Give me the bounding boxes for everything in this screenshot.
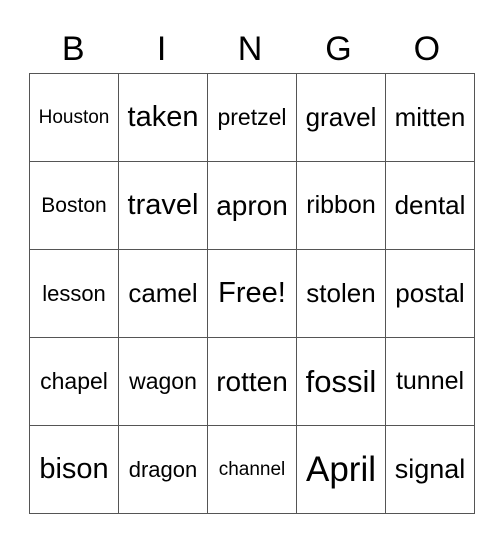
bingo-cell[interactable]: gravel — [296, 73, 386, 162]
bingo-card-grid: Houston taken pretzel gravel mitten Boston tra… — [29, 73, 475, 514]
bingo-cell[interactable]: postal — [385, 249, 475, 338]
bingo-cell[interactable]: wagon — [118, 337, 208, 426]
bingo-cell[interactable]: chapel — [29, 337, 119, 426]
header-letter-o: O — [413, 30, 441, 68]
header-letter-g: G — [325, 30, 352, 68]
bingo-cell[interactable]: signal — [385, 425, 475, 514]
bingo-cell[interactable]: Boston — [29, 161, 119, 250]
bingo-cell[interactable]: apron — [207, 161, 297, 250]
bingo-cell[interactable]: tunnel — [385, 337, 475, 426]
bingo-cell[interactable]: April — [296, 425, 386, 514]
bingo-cell[interactable]: bison — [29, 425, 119, 514]
bingo-row: lesson camel Free! stolen postal — [29, 249, 475, 338]
bingo-row: bison dragon channel April signal — [29, 425, 475, 514]
bingo-cell[interactable]: dental — [385, 161, 475, 250]
bingo-cell[interactable]: channel — [207, 425, 297, 514]
free-space-cell[interactable]: Free! — [207, 249, 297, 338]
bingo-row: Houston taken pretzel gravel mitten — [29, 73, 475, 162]
bingo-cell[interactable]: camel — [118, 249, 208, 338]
bingo-row: Boston travel apron ribbon dental — [29, 161, 475, 250]
bingo-cell[interactable]: pretzel — [207, 73, 297, 162]
header-letter-n: N — [237, 30, 263, 68]
bingo-cell[interactable]: dragon — [118, 425, 208, 514]
header-letter-i: I — [156, 30, 167, 68]
bingo-cell[interactable]: lesson — [29, 249, 119, 338]
bingo-header: B I N G O — [29, 26, 471, 72]
bingo-cell[interactable]: rotten — [207, 337, 297, 426]
bingo-cell[interactable]: travel — [118, 161, 208, 250]
header-letter-b: B — [61, 30, 85, 68]
bingo-cell[interactable]: stolen — [296, 249, 386, 338]
bingo-cell[interactable]: Houston — [29, 73, 119, 162]
bingo-cell[interactable]: mitten — [385, 73, 475, 162]
bingo-cell[interactable]: ribbon — [296, 161, 386, 250]
bingo-cell[interactable]: taken — [118, 73, 208, 162]
bingo-cell[interactable]: fossil — [296, 337, 386, 426]
bingo-row: chapel wagon rotten fossil tunnel — [29, 337, 475, 426]
